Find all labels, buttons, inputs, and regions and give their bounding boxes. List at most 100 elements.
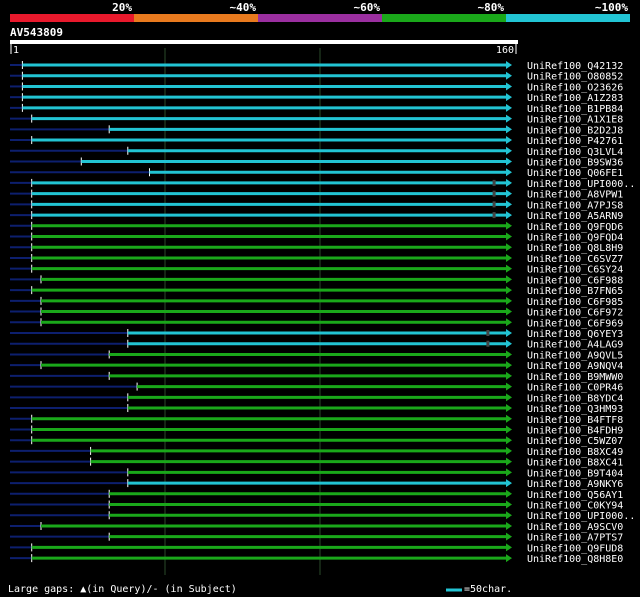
hit-row[interactable]: UniRef100_B4FTF8 [10,414,623,426]
hit-label[interactable]: UniRef100_B9T404 [527,468,623,479]
hit-label[interactable]: UniRef100_B4FDH9 [527,425,623,436]
hit-label[interactable]: UniRef100_A8VPW1 [527,190,623,201]
hit-row[interactable]: UniRef100_Q56AY1 [10,489,623,501]
hit-row[interactable]: UniRef100_C5WZ07 [10,436,623,447]
hit-label[interactable]: UniRef100_B1PB84 [527,104,623,115]
hit-label[interactable]: UniRef100_A9NQV4 [527,361,623,372]
hit-row[interactable]: UniRef100_C6F985 [10,296,623,308]
hit-label[interactable]: UniRef100_A9QVL5 [527,350,623,361]
hit-label[interactable]: UniRef100_Q56AY1 [527,490,623,501]
hit-label[interactable]: UniRef100_C6F988 [527,275,623,286]
hit-row[interactable]: UniRef100_B9SW36 [10,157,623,168]
hit-row[interactable]: UniRef100_Q9FQD4 [10,232,623,244]
hit-row[interactable]: UniRef100_Q3LVL4 [10,146,623,158]
hit-row[interactable]: UniRef100_A8VPW1 [10,189,623,201]
hit-label[interactable]: UniRef100_A7PTS7 [527,533,623,544]
hit-label[interactable]: UniRef100_Q8H8E0 [527,554,623,565]
hit-row[interactable]: UniRef100_Q8L8H9 [10,243,623,254]
hit-row[interactable]: UniRef100_B8YDC4 [10,393,623,404]
hit-row[interactable]: UniRef100_O23626 [10,82,623,93]
hit-end-arrow [506,350,512,359]
hit-row[interactable]: UniRef100_A1X1E8 [10,114,623,126]
hit-label[interactable]: UniRef100_Q9FQD4 [527,233,623,244]
hit-row[interactable]: UniRef100_A9SCV0 [10,521,623,533]
hit-row[interactable]: UniRef100_A5ARN9 [10,211,623,222]
hit-end-arrow [506,489,512,498]
hit-label[interactable]: UniRef100_B7FN65 [527,286,623,297]
hit-label[interactable]: UniRef100_O80852 [527,72,623,83]
hit-label[interactable]: UniRef100_C6F985 [527,297,623,308]
hit-label[interactable]: UniRef100_Q8L8H9 [527,243,623,254]
hit-row[interactable]: UniRef100_Q9FUD8 [10,543,623,554]
hit-row[interactable]: UniRef100_UPI000.. [10,178,635,190]
hit-row[interactable]: UniRef100_Q06FE1 [10,168,623,179]
hit-row[interactable]: UniRef100_B1PB84 [10,103,623,115]
hit-row[interactable]: UniRef100_Q42132 [10,61,623,72]
hit-row[interactable]: UniRef100_B9MWW0 [10,371,623,383]
hit-row[interactable]: UniRef100_B4FDH9 [10,425,623,436]
hit-row[interactable]: UniRef100_UPI000.. [10,511,635,522]
hit-row[interactable]: UniRef100_B8XC41 [10,457,623,469]
hit-label[interactable]: UniRef100_C6F969 [527,318,623,329]
hit-label[interactable]: UniRef100_P42761 [527,136,623,147]
hit-label[interactable]: UniRef100_A1X1E8 [527,115,623,126]
hit-label[interactable]: UniRef100_B4FTF8 [527,415,623,426]
hit-row[interactable]: UniRef100_A7PTS7 [10,532,623,544]
hit-end-arrow [506,457,512,466]
hit-row[interactable]: UniRef100_A9QVL5 [10,350,623,361]
hit-row[interactable]: UniRef100_C6SVZ7 [10,254,623,265]
hit-row[interactable]: UniRef100_C6F969 [10,318,623,329]
hit-label[interactable]: UniRef100_A7PJS8 [527,200,623,211]
hit-label[interactable]: UniRef100_O23626 [527,82,623,93]
hit-label[interactable]: UniRef100_Q3LVL4 [527,147,623,158]
hit-row[interactable]: UniRef100_A9NQV4 [10,361,623,372]
hit-row[interactable]: UniRef100_C0PR46 [10,382,623,394]
hit-row[interactable]: UniRef100_B7FN65 [10,286,623,297]
gap-marker [486,340,490,347]
hit-row[interactable]: UniRef100_B9T404 [10,468,623,479]
hit-row[interactable]: UniRef100_Q8H8E0 [10,554,623,565]
hit-row[interactable]: UniRef100_C6F972 [10,307,623,319]
hit-label[interactable]: UniRef100_C0PR46 [527,383,623,394]
hit-label[interactable]: UniRef100_C6SY24 [527,265,623,276]
hit-label[interactable]: UniRef100_C0KY94 [527,501,623,512]
hit-row[interactable]: UniRef100_Q3HM93 [10,404,623,415]
hit-label[interactable]: UniRef100_A9NKY6 [527,479,623,490]
hit-label[interactable]: UniRef100_A5ARN9 [527,211,623,222]
hit-label[interactable]: UniRef100_B2D2J8 [527,125,623,136]
hit-label[interactable]: UniRef100_A1Z283 [527,93,623,104]
hit-row[interactable]: UniRef100_A1Z283 [10,93,623,104]
hit-label[interactable]: UniRef100_Q3HM93 [527,404,623,415]
hit-label[interactable]: UniRef100_C6SVZ7 [527,254,623,265]
hit-label[interactable]: UniRef100_B9MWW0 [527,372,623,383]
query-name[interactable]: AV543809 [10,26,63,39]
hit-row[interactable]: UniRef100_A4LAG9 [10,339,623,351]
hit-label[interactable]: UniRef100_UPI000.. [527,511,635,522]
hit-label[interactable]: UniRef100_Q9FQD6 [527,222,623,233]
hit-row[interactable]: UniRef100_B2D2J8 [10,125,623,136]
hit-row[interactable]: UniRef100_O80852 [10,71,623,83]
hit-row[interactable]: UniRef100_Q9FQD6 [10,221,623,233]
hit-label[interactable]: UniRef100_B8XC49 [527,447,623,458]
hit-label[interactable]: UniRef100_B8XC41 [527,458,623,469]
hit-row[interactable]: UniRef100_B8XC49 [10,446,623,458]
hit-label[interactable]: UniRef100_Q42132 [527,61,623,72]
hit-label[interactable]: UniRef100_UPI000.. [527,179,635,190]
hit-row[interactable]: UniRef100_P42761 [10,136,623,147]
hit-label[interactable]: UniRef100_Q06FE1 [527,168,623,179]
hit-label[interactable]: UniRef100_Q6YEY3 [527,329,623,340]
hit-label[interactable]: UniRef100_A9SCV0 [527,522,623,533]
hit-label[interactable]: UniRef100_C6F972 [527,308,623,319]
hit-row[interactable]: UniRef100_A9NKY6 [10,479,623,490]
hit-row[interactable]: UniRef100_Q6YEY3 [10,329,623,340]
hit-label[interactable]: UniRef100_B8YDC4 [527,393,623,404]
hit-row[interactable]: UniRef100_C6SY24 [10,264,623,276]
hit-row[interactable]: UniRef100_C0KY94 [10,500,623,512]
hit-row[interactable]: UniRef100_A7PJS8 [10,200,623,211]
hit-label[interactable]: UniRef100_C5WZ07 [527,436,623,447]
hit-rows: UniRef100_Q42132UniRef100_O80852UniRef10… [10,61,635,565]
hit-label[interactable]: UniRef100_B9SW36 [527,157,623,168]
hit-row[interactable]: UniRef100_C6F988 [10,275,623,286]
hit-label[interactable]: UniRef100_Q9FUD8 [527,543,623,554]
hit-label[interactable]: UniRef100_A4LAG9 [527,340,623,351]
